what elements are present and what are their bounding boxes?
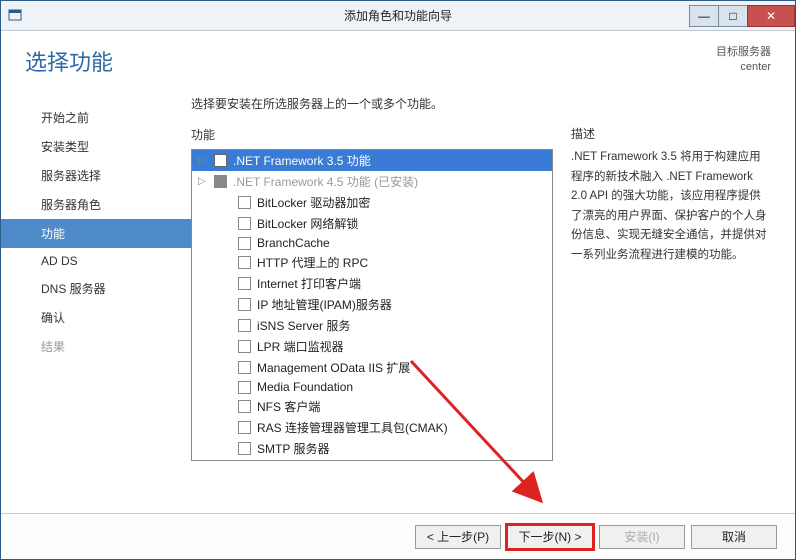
feature-item-12[interactable]: NFS 客户端 <box>192 396 552 417</box>
wizard-sidebar: 开始之前安装类型服务器选择服务器角色功能AD DSDNS 服务器确认结果 <box>1 95 191 513</box>
minimize-button[interactable]: — <box>689 5 719 27</box>
feature-label: HTTP 代理上的 RPC <box>257 254 368 271</box>
expand-icon[interactable]: ▷ <box>198 176 208 187</box>
feature-label: .NET Framework 4.5 功能 (已安装) <box>233 173 418 190</box>
maximize-button[interactable]: □ <box>718 5 748 27</box>
feature-label: iSNS Server 服务 <box>257 317 350 334</box>
previous-button[interactable]: < 上一步(P) <box>415 525 501 549</box>
sidebar-item-2[interactable]: 服务器选择 <box>1 161 191 190</box>
page-title: 选择功能 <box>25 45 113 77</box>
feature-checkbox[interactable] <box>238 361 251 374</box>
feature-checkbox[interactable] <box>238 381 251 394</box>
description-text: .NET Framework 3.5 将用于构建应用程序的新技术融入 .NET … <box>571 148 771 265</box>
expand-icon[interactable]: ▷ <box>198 155 208 166</box>
feature-item-3[interactable]: BitLocker 网络解锁 <box>192 213 552 234</box>
main-panel: 选择要安装在所选服务器上的一个或多个功能。 功能 ▷ .NET Framework… <box>191 95 771 513</box>
feature-item-6[interactable]: Internet 打印客户端 <box>192 273 552 294</box>
next-button[interactable]: 下一步(N) > <box>507 525 593 549</box>
feature-checkbox[interactable] <box>238 298 251 311</box>
feature-checkbox[interactable] <box>214 154 227 167</box>
feature-item-10[interactable]: Management OData IIS 扩展 <box>192 357 552 378</box>
sidebar-item-3[interactable]: 服务器角色 <box>1 190 191 219</box>
feature-checkbox[interactable] <box>238 196 251 209</box>
description-label: 描述 <box>571 125 771 142</box>
feature-label: BitLocker 驱动器加密 <box>257 194 370 211</box>
feature-item-0[interactable]: ▷ .NET Framework 3.5 功能 <box>192 150 552 171</box>
feature-label: Internet 打印客户端 <box>257 275 361 292</box>
feature-checkbox[interactable] <box>238 400 251 413</box>
feature-checkbox[interactable] <box>238 256 251 269</box>
feature-item-5[interactable]: HTTP 代理上的 RPC <box>192 252 552 273</box>
feature-checkbox[interactable] <box>238 442 251 455</box>
footer: < 上一步(P) 下一步(N) > 安装(I) 取消 <box>1 513 795 559</box>
content-area: 选择功能 目标服务器 center 开始之前安装类型服务器选择服务器角色功能AD… <box>1 31 795 513</box>
app-icon <box>7 8 23 24</box>
feature-item-8[interactable]: iSNS Server 服务 <box>192 315 552 336</box>
feature-checkbox[interactable] <box>238 217 251 230</box>
features-label: 功能 <box>191 126 553 143</box>
feature-checkbox[interactable] <box>238 237 251 250</box>
feature-label: Media Foundation <box>257 380 353 394</box>
feature-checkbox[interactable] <box>238 319 251 332</box>
feature-checkbox[interactable] <box>238 277 251 290</box>
feature-label: LPR 端口监视器 <box>257 338 344 355</box>
wizard-window: 添加角色和功能向导 — □ ✕ 选择功能 目标服务器 center 开始之前安装… <box>0 0 796 560</box>
feature-label: Management OData IIS 扩展 <box>257 359 410 376</box>
close-button[interactable]: ✕ <box>747 5 795 27</box>
sidebar-item-6[interactable]: DNS 服务器 <box>1 274 191 303</box>
sidebar-item-4[interactable]: 功能 <box>1 219 191 248</box>
sidebar-item-5[interactable]: AD DS <box>1 248 191 274</box>
feature-item-1[interactable]: ▷ .NET Framework 4.5 功能 (已安装) <box>192 171 552 192</box>
feature-label: BranchCache <box>257 236 330 250</box>
feature-label: RAS 连接管理器管理工具包(CMAK) <box>257 419 448 436</box>
feature-item-7[interactable]: IP 地址管理(IPAM)服务器 <box>192 294 552 315</box>
feature-item-9[interactable]: LPR 端口监视器 <box>192 336 552 357</box>
window-title: 添加角色和功能向导 <box>1 7 795 24</box>
dest-label: 目标服务器 <box>716 45 771 60</box>
feature-label: NFS 客户端 <box>257 398 320 415</box>
cancel-button[interactable]: 取消 <box>691 525 777 549</box>
feature-label: IP 地址管理(IPAM)服务器 <box>257 296 392 313</box>
destination-server: 目标服务器 center <box>716 45 771 76</box>
feature-item-11[interactable]: Media Foundation <box>192 378 552 396</box>
sidebar-item-0[interactable]: 开始之前 <box>1 103 191 132</box>
features-list[interactable]: ▷ .NET Framework 3.5 功能 ▷ .NET Framework 4.… <box>191 149 553 461</box>
feature-label: BitLocker 网络解锁 <box>257 215 358 232</box>
feature-label: .NET Framework 3.5 功能 <box>233 152 371 169</box>
feature-label: SMTP 服务器 <box>257 440 329 457</box>
install-button: 安装(I) <box>599 525 685 549</box>
feature-checkbox[interactable] <box>214 175 227 188</box>
dest-value: center <box>716 60 771 75</box>
feature-item-13[interactable]: RAS 连接管理器管理工具包(CMAK) <box>192 417 552 438</box>
feature-item-4[interactable]: BranchCache <box>192 234 552 252</box>
sidebar-item-7[interactable]: 确认 <box>1 303 191 332</box>
sidebar-item-1[interactable]: 安装类型 <box>1 132 191 161</box>
sidebar-item-8: 结果 <box>1 332 191 361</box>
feature-checkbox[interactable] <box>238 421 251 434</box>
feature-item-2[interactable]: BitLocker 驱动器加密 <box>192 192 552 213</box>
feature-item-14[interactable]: SMTP 服务器 <box>192 438 552 459</box>
titlebar: 添加角色和功能向导 — □ ✕ <box>1 1 795 31</box>
instruction-text: 选择要安装在所选服务器上的一个或多个功能。 <box>191 95 553 112</box>
feature-checkbox[interactable] <box>238 340 251 353</box>
